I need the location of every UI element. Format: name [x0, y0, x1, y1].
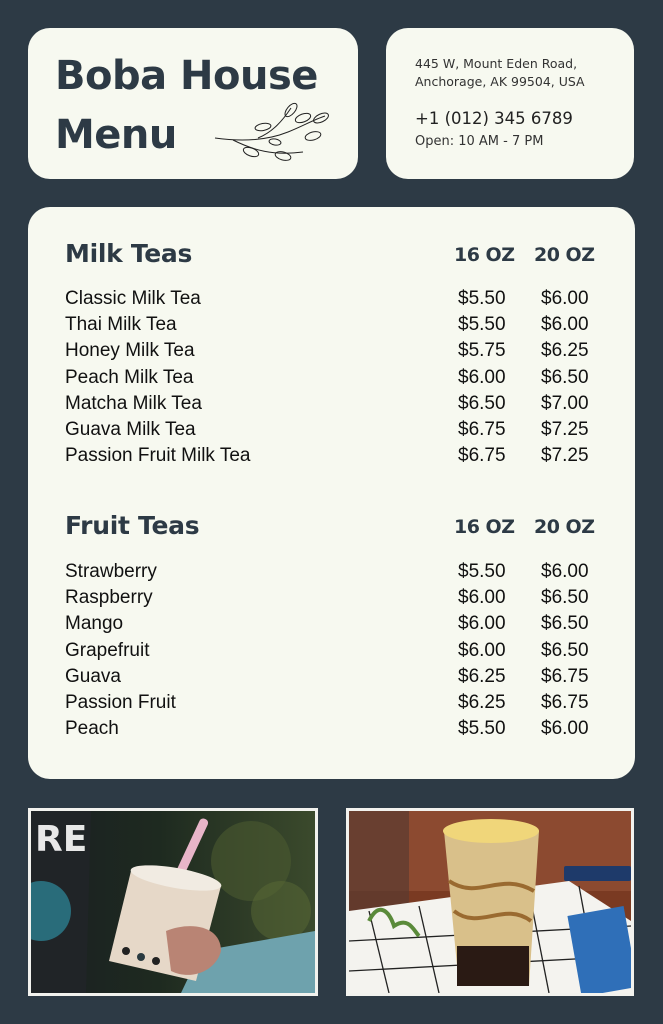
price-16oz: $5.75	[458, 340, 506, 362]
item-name: Mango	[65, 613, 124, 635]
menu-item-row: Strawberry $5.50 $6.00	[65, 561, 605, 587]
section-title-fruit-teas: Fruit Teas	[65, 511, 200, 540]
item-name: Honey Milk Tea	[65, 340, 195, 362]
item-name: Guava	[65, 665, 121, 687]
price-16oz: $6.75	[458, 445, 506, 467]
price-16oz: $6.00	[458, 613, 506, 635]
price-20oz: $6.00	[541, 718, 589, 740]
menu-item-row: Guava $6.25 $6.75	[65, 666, 605, 692]
item-name: Matcha Milk Tea	[65, 392, 202, 414]
item-name: Strawberry	[65, 561, 157, 582]
menu-item-row: Guava Milk Tea $6.75 $7.25	[65, 419, 605, 445]
phone-number: +1 (012) 345 6789	[415, 109, 573, 128]
address-line2: Anchorage, AK 99504, USA	[415, 74, 585, 89]
milk-teas-list: Classic Milk Tea $5.50 $6.00 Thai Milk Tea $…	[65, 288, 605, 471]
address: 445 W, Mount Eden Road, Anchorage, AK 99…	[415, 55, 585, 91]
menu-item-row: Passion Fruit Milk Tea $6.75 $7.25	[65, 445, 605, 471]
menu-item-row: Honey Milk Tea $5.75 $6.25	[65, 340, 605, 366]
price-20oz: $6.50	[541, 366, 589, 388]
price-20oz: $7.00	[541, 392, 589, 414]
size-header-16oz: 16 OZ	[454, 244, 515, 266]
price-20oz: $6.75	[541, 691, 589, 713]
leaf-branch-icon	[214, 102, 329, 161]
item-name: Peach	[65, 718, 119, 740]
price-20oz: $7.25	[541, 445, 589, 467]
menu-item-row: Peach Milk Tea $6.00 $6.50	[65, 367, 605, 393]
price-20oz: $6.00	[541, 314, 589, 336]
menu-title-line2: Menu	[55, 112, 177, 158]
price-16oz: $6.75	[458, 418, 506, 440]
menu-item-row: Matcha Milk Tea $6.50 $7.00	[65, 393, 605, 419]
svg-text:RE: RE	[35, 819, 87, 860]
menu-item-row: Mango $6.00 $6.50	[65, 613, 605, 639]
opening-hours: Open: 10 AM - 7 PM	[415, 134, 544, 149]
price-16oz: $6.00	[458, 366, 506, 388]
address-line1: 445 W, Mount Eden Road,	[415, 56, 578, 71]
menu-item-row: Passion Fruit $6.25 $6.75	[65, 692, 605, 718]
item-name: Passion Fruit Milk Tea	[65, 445, 251, 467]
item-name: Thai Milk Tea	[65, 314, 177, 336]
menu-item-row: Peach $5.50 $6.00	[65, 718, 605, 744]
item-name: Peach Milk Tea	[65, 366, 194, 388]
price-20oz: $7.25	[541, 418, 589, 440]
price-20oz: $6.50	[541, 613, 589, 635]
price-20oz: $6.00	[541, 561, 589, 582]
price-16oz: $6.25	[458, 691, 506, 713]
price-20oz: $6.50	[541, 639, 589, 661]
price-16oz: $6.25	[458, 665, 506, 687]
price-20oz: $6.50	[541, 587, 589, 609]
size-header-20oz: 20 OZ	[534, 516, 595, 538]
menu-item-row: Raspberry $6.00 $6.50	[65, 587, 605, 613]
size-header-20oz: 20 OZ	[534, 244, 595, 266]
item-name: Grapefruit	[65, 639, 150, 661]
price-20oz: $6.25	[541, 340, 589, 362]
menu-item-row: Classic Milk Tea $5.50 $6.00	[65, 288, 605, 314]
menu-title-line1: Boba House	[55, 53, 318, 99]
price-16oz: $6.00	[458, 587, 506, 609]
price-16oz: $6.50	[458, 392, 506, 414]
price-16oz: $5.50	[458, 718, 506, 740]
photo-milk-tea-in-hand: RE	[28, 808, 318, 996]
title-card: Boba House Menu	[28, 28, 358, 179]
info-card: 445 W, Mount Eden Road, Anchorage, AK 99…	[386, 28, 634, 179]
price-20oz: $6.75	[541, 665, 589, 687]
menu-card: Milk Teas 16 OZ 20 OZ Classic Milk Tea $5…	[28, 207, 635, 779]
photo-brown-sugar-boba	[346, 808, 634, 996]
price-16oz: $5.50	[458, 288, 506, 309]
fruit-teas-list: Strawberry $5.50 $6.00 Raspberry $6.00 $6.50 M…	[65, 561, 605, 744]
item-name: Passion Fruit	[65, 691, 176, 713]
item-name: Classic Milk Tea	[65, 288, 201, 309]
menu-item-row: Grapefruit $6.00 $6.50	[65, 640, 605, 666]
size-header-16oz: 16 OZ	[454, 516, 515, 538]
price-16oz: $6.00	[458, 639, 506, 661]
menu-item-row: Thai Milk Tea $5.50 $6.00	[65, 314, 605, 340]
price-16oz: $5.50	[458, 314, 506, 336]
price-16oz: $5.50	[458, 561, 506, 582]
item-name: Raspberry	[65, 587, 153, 609]
section-title-milk-teas: Milk Teas	[65, 239, 193, 268]
price-20oz: $6.00	[541, 288, 589, 309]
item-name: Guava Milk Tea	[65, 418, 196, 440]
